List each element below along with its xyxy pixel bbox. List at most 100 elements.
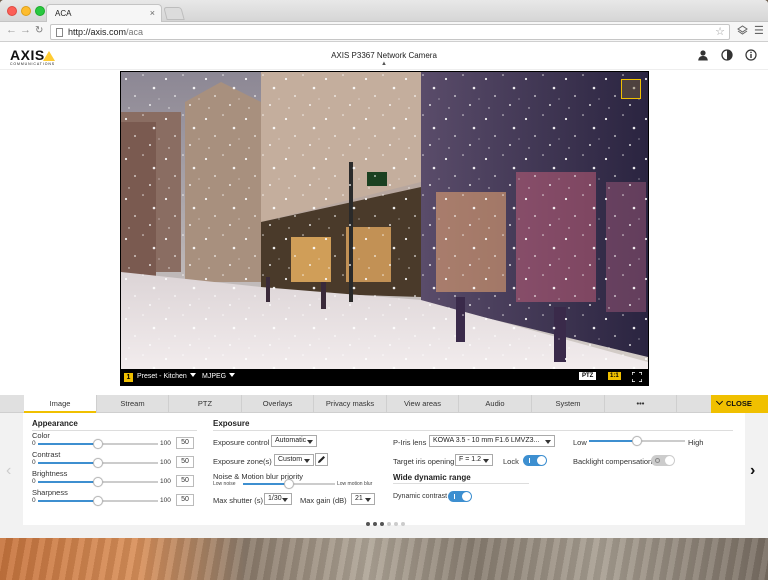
page-dot-2[interactable]: [373, 522, 377, 526]
next-page-arrow-icon[interactable]: ›: [750, 462, 755, 480]
focus-area-icon[interactable]: [621, 79, 641, 99]
codec-dropdown[interactable]: MJPEG: [202, 373, 236, 380]
color-slider[interactable]: [38, 439, 158, 449]
browser-tab[interactable]: ACA ×: [46, 4, 162, 22]
close-tab-icon[interactable]: ×: [150, 8, 155, 18]
dynamic-contrast-toggle[interactable]: [448, 491, 472, 502]
browser-window: ACA × ← → ↻ http://axis.com/aca ☆ ☰ AXIS…: [0, 0, 768, 538]
preset-dropdown[interactable]: Preset - Kitchen: [137, 373, 196, 380]
tab-ptz[interactable]: PTZ: [169, 395, 242, 413]
image-settings-panel: Appearance Color 0 100 50 Contrast 0 100…: [23, 413, 745, 525]
wdr-level-slider[interactable]: [589, 436, 685, 446]
tab-overlays[interactable]: Overlays: [242, 395, 314, 413]
tab-audio[interactable]: Audio: [459, 395, 532, 413]
slider-handle[interactable]: [93, 496, 103, 506]
sharpness-min: 0: [32, 497, 36, 504]
exposure-zones-select[interactable]: Custom: [274, 454, 314, 466]
forward-arrow-icon[interactable]: →: [20, 24, 31, 36]
backlight-compensation-toggle[interactable]: [651, 455, 675, 466]
chevron-down-icon: [307, 440, 313, 444]
high-label: High: [688, 438, 704, 447]
exposure-control-label: Exposure control: [213, 438, 270, 447]
new-tab-button[interactable]: [163, 7, 185, 20]
tab-system[interactable]: System: [532, 395, 605, 413]
device-name: AXIS P3367 Network Camera: [331, 51, 437, 60]
sharpness-value-input[interactable]: 50: [176, 494, 194, 506]
window-close-button[interactable]: [7, 6, 17, 16]
color-value-input[interactable]: 50: [176, 437, 194, 449]
contrast-min: 0: [32, 459, 36, 466]
ptz-button[interactable]: PTZ: [579, 372, 597, 380]
video-control-bar: 1 Preset - Kitchen MJPEG PTZ 1:1: [120, 369, 649, 386]
tab-image[interactable]: Image: [24, 395, 97, 413]
max-shutter-label: Max shutter (s): [213, 496, 264, 505]
brightness-slider[interactable]: [38, 477, 158, 487]
appearance-title: Appearance: [32, 419, 78, 428]
max-gain-select[interactable]: 21: [351, 493, 375, 505]
page-dot-4[interactable]: [387, 522, 391, 526]
window-minimize-button[interactable]: [21, 6, 31, 16]
brightness-value-input[interactable]: 50: [176, 475, 194, 487]
info-icon[interactable]: [745, 49, 757, 61]
slider-handle[interactable]: [93, 439, 103, 449]
scale-button[interactable]: 1:1: [608, 372, 621, 380]
tab-more[interactable]: •••: [605, 395, 677, 413]
contrast-max: 100: [160, 459, 171, 466]
exposure-title: Exposure: [213, 419, 250, 428]
back-arrow-icon[interactable]: ←: [6, 24, 17, 36]
fullscreen-icon[interactable]: [631, 371, 643, 383]
chevron-down-icon: [304, 459, 310, 463]
pencil-icon: [318, 456, 325, 463]
page-dot-5[interactable]: [394, 522, 398, 526]
bookmark-star-icon[interactable]: ☆: [715, 25, 725, 38]
slider-handle[interactable]: [93, 477, 103, 487]
browser-menu-icon[interactable]: ☰: [754, 24, 764, 37]
target-iris-label: Target iris opening: [393, 457, 455, 466]
tab-stream[interactable]: Stream: [97, 395, 169, 413]
noise-motion-priority-slider[interactable]: [243, 479, 335, 489]
sharpness-slider[interactable]: [38, 496, 158, 506]
backlight-compensation-label: Backlight compensation: [573, 457, 653, 466]
slider-handle[interactable]: [632, 436, 642, 446]
address-bar[interactable]: http://axis.com/aca ☆: [50, 24, 730, 40]
brightness-min: 0: [32, 478, 36, 485]
window-maximize-button[interactable]: [35, 6, 45, 16]
tab-view-areas[interactable]: View areas: [387, 395, 459, 413]
color-min: 0: [32, 440, 36, 447]
live-video-snow-street[interactable]: [121, 72, 648, 369]
max-shutter-select[interactable]: 1/30: [264, 493, 292, 505]
contrast-value-input[interactable]: 50: [176, 456, 194, 468]
max-gain-label: Max gain (dB): [300, 496, 347, 505]
low-label: Low: [573, 438, 587, 447]
page-dot-1[interactable]: [366, 522, 370, 526]
dynamic-contrast-label: Dynamic contrast: [393, 493, 448, 500]
collapse-header-icon[interactable]: ▲: [381, 61, 387, 67]
contrast-slider[interactable]: [38, 458, 158, 468]
edit-zones-button[interactable]: [315, 453, 328, 466]
exposure-control-select[interactable]: Automatic: [271, 435, 317, 447]
low-motion-blur-label: Low motion blur: [337, 481, 373, 487]
chevron-down-icon: [282, 498, 288, 502]
p-iris-lens-label: P-Iris lens: [393, 438, 427, 447]
previous-page-arrow-icon[interactable]: ‹: [6, 462, 11, 480]
user-icon[interactable]: [697, 49, 709, 61]
video-viewer[interactable]: 1 Preset - Kitchen MJPEG PTZ 1:1: [120, 71, 649, 386]
target-iris-select[interactable]: F = 1.2: [455, 454, 493, 466]
slider-handle[interactable]: [284, 479, 294, 489]
close-settings-button[interactable]: CLOSE: [711, 395, 768, 413]
p-iris-lens-select[interactable]: KOWA 3.5 - 10 mm F1.6 LMVZ3...: [429, 435, 555, 447]
slider-handle[interactable]: [93, 458, 103, 468]
url-text[interactable]: http://axis.com/aca: [68, 27, 143, 37]
settings-tabs: Image Stream PTZ Overlays Privacy masks …: [0, 395, 768, 413]
page-dot-6[interactable]: [401, 522, 405, 526]
lock-toggle[interactable]: [523, 455, 547, 466]
contrast-icon[interactable]: [721, 49, 733, 61]
divider: [393, 483, 529, 484]
color-max: 100: [160, 440, 171, 447]
reload-icon[interactable]: ↻: [35, 25, 43, 36]
extension-icon[interactable]: [737, 25, 748, 38]
tab-privacy-masks[interactable]: Privacy masks: [314, 395, 387, 413]
chevron-down-icon: [189, 373, 196, 377]
brightness-max: 100: [160, 478, 171, 485]
page-dot-3[interactable]: [380, 522, 384, 526]
